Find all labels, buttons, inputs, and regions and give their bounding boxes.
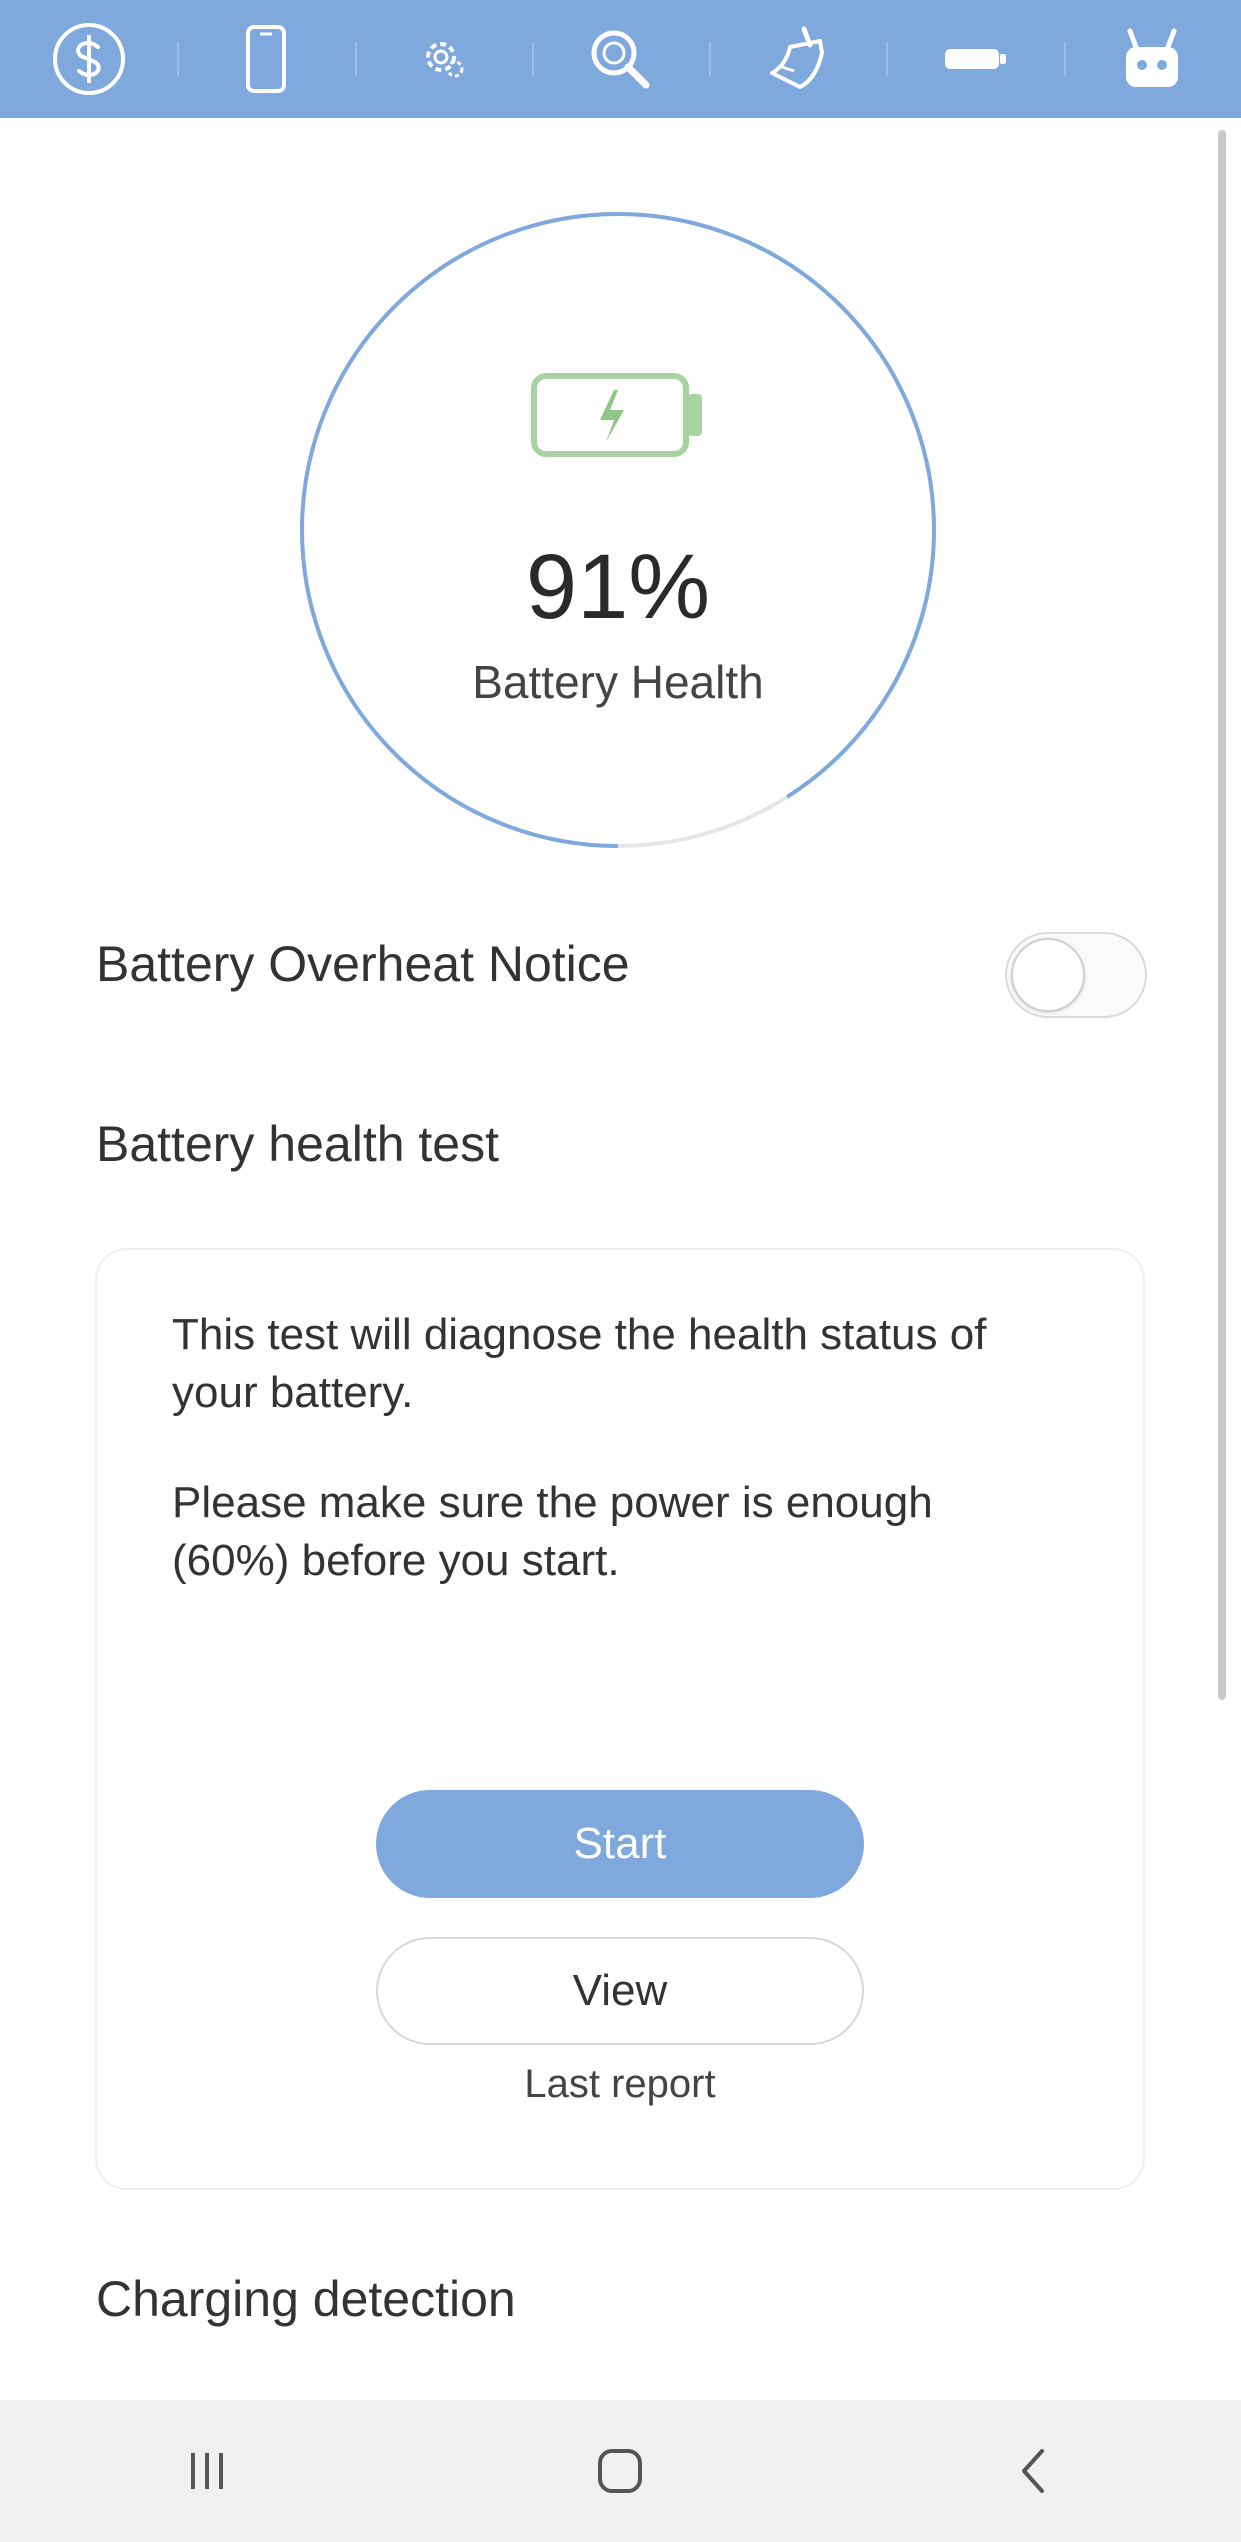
- system-navbar: [0, 2400, 1241, 2542]
- health-test-title: Battery health test: [96, 1116, 500, 1172]
- toggle-knob: [1011, 938, 1085, 1012]
- health-test-description: This test will diagnose the health statu…: [172, 1310, 987, 1417]
- battery-health-label: Battery Health: [472, 656, 764, 708]
- battery-health-gauge: [296, 208, 940, 852]
- charging-detection-title: Charging detection: [96, 2271, 516, 2327]
- toolbar-item-phone[interactable]: [177, 0, 354, 118]
- home-icon: [598, 2449, 643, 2493]
- gauge-progress-arc: [300, 212, 936, 848]
- battery-icon: [945, 49, 1007, 69]
- toolbar-item-battery[interactable]: [886, 0, 1063, 118]
- toolbar-item-settings[interactable]: [354, 0, 532, 118]
- back-icon: [1022, 2449, 1045, 2493]
- toolbar-item-cleaner[interactable]: [709, 0, 886, 118]
- toolbar-item-tools[interactable]: [1063, 0, 1241, 118]
- toolbar-item-search[interactable]: [531, 0, 709, 118]
- gear-icon: [426, 42, 464, 78]
- battery-health-percent: 91%: [525, 536, 711, 638]
- battery-charging-icon: [530, 370, 710, 460]
- health-test-requirement: Please make sure the power is enough (60…: [172, 1478, 933, 1585]
- start-button[interactable]: Start: [376, 1790, 864, 1898]
- phone-icon: [245, 25, 286, 93]
- top-toolbar: [0, 0, 1241, 118]
- gauge-ring: [300, 212, 936, 848]
- search-icon: [591, 30, 650, 89]
- last-report-label: Last report: [524, 2062, 716, 2106]
- back-button[interactable]: [934, 2400, 1134, 2542]
- recent-apps-icon: [190, 2453, 223, 2489]
- dollar-icon: [52, 23, 125, 95]
- home-button[interactable]: [520, 2400, 720, 2542]
- cleaner-icon: [769, 26, 824, 89]
- robot-icon: [1126, 28, 1179, 87]
- scrollbar[interactable]: [1218, 130, 1226, 1700]
- view-button[interactable]: View: [376, 1937, 864, 2045]
- recent-apps-button[interactable]: [107, 2400, 307, 2542]
- toolbar-item-finance[interactable]: [0, 0, 177, 118]
- overheat-notice-toggle[interactable]: [1005, 932, 1147, 1018]
- overheat-notice-label: Battery Overheat Notice: [96, 936, 630, 992]
